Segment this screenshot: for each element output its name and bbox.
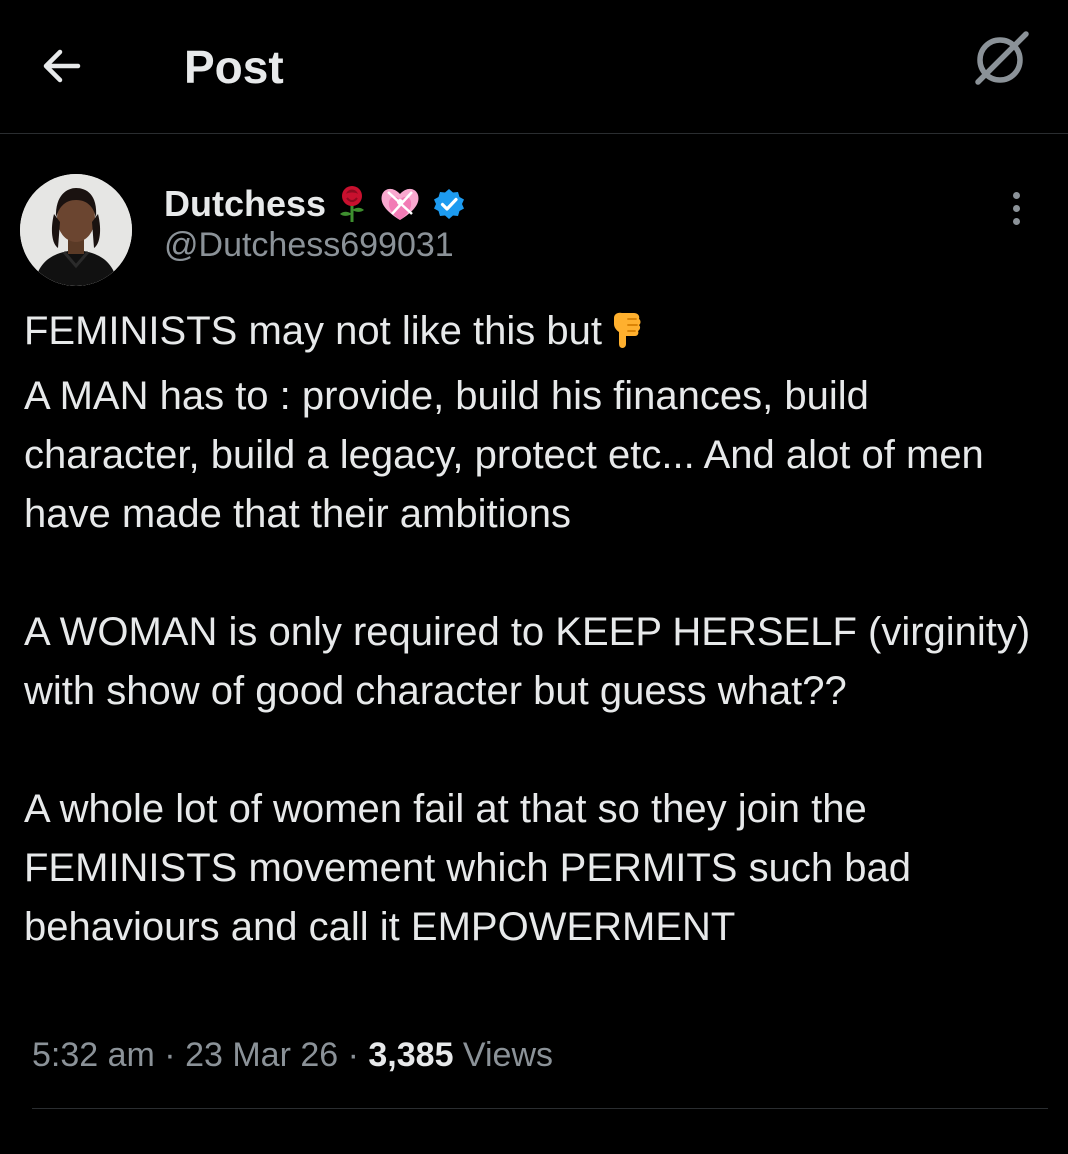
post-line: A MAN has to : provide, build his financ… — [24, 374, 984, 536]
name-row: Dutchess — [164, 182, 466, 226]
back-button[interactable] — [32, 38, 92, 98]
heart-with-ribbon-emoji-icon — [378, 184, 422, 224]
more-options-button[interactable] — [994, 186, 1038, 230]
post-line: FEMINISTS may not like this but — [24, 309, 602, 353]
grok-button[interactable] — [964, 22, 1040, 98]
grok-icon — [970, 26, 1034, 95]
verified-badge-icon[interactable] — [432, 187, 466, 221]
post-line: A whole lot of women fail at that so the… — [24, 787, 911, 949]
more-vertical-icon — [1012, 191, 1020, 199]
user-handle[interactable]: @Dutchess699031 — [164, 226, 454, 265]
post-paragraph: FEMINISTS may not like this but A MAN ha… — [24, 302, 1048, 544]
page-title: Post — [184, 41, 284, 93]
post-time[interactable]: 5:32 am — [32, 1036, 155, 1074]
backhand-index-pointing-down-emoji-icon — [608, 308, 644, 367]
meta-separator: · — [154, 1036, 186, 1074]
post-paragraph: A whole lot of women fail at that so the… — [24, 780, 1048, 957]
post-line: A WOMAN is only required to KEEP HERSELF… — [24, 610, 1031, 713]
divider — [32, 1108, 1048, 1109]
post-paragraph: A WOMAN is only required to KEEP HERSELF… — [24, 603, 1048, 721]
views-label: Views — [453, 1036, 554, 1074]
top-bar: Post — [0, 0, 1068, 134]
display-name[interactable]: Dutchess — [164, 183, 326, 225]
post-author: Dutchess @Dutchess699031 — [20, 174, 1048, 294]
views-count: 3,385 — [368, 1036, 454, 1074]
rose-emoji-icon — [334, 184, 370, 224]
meta-separator: · — [338, 1036, 369, 1074]
arrow-left-icon — [38, 42, 86, 95]
post-date[interactable]: 23 Mar 26 — [185, 1036, 338, 1074]
avatar[interactable] — [20, 174, 132, 286]
post-meta: 5:32 am · 23 Mar 26 · 3,385 Views — [32, 1030, 553, 1080]
post-text: FEMINISTS may not like this but A MAN ha… — [24, 302, 1048, 957]
